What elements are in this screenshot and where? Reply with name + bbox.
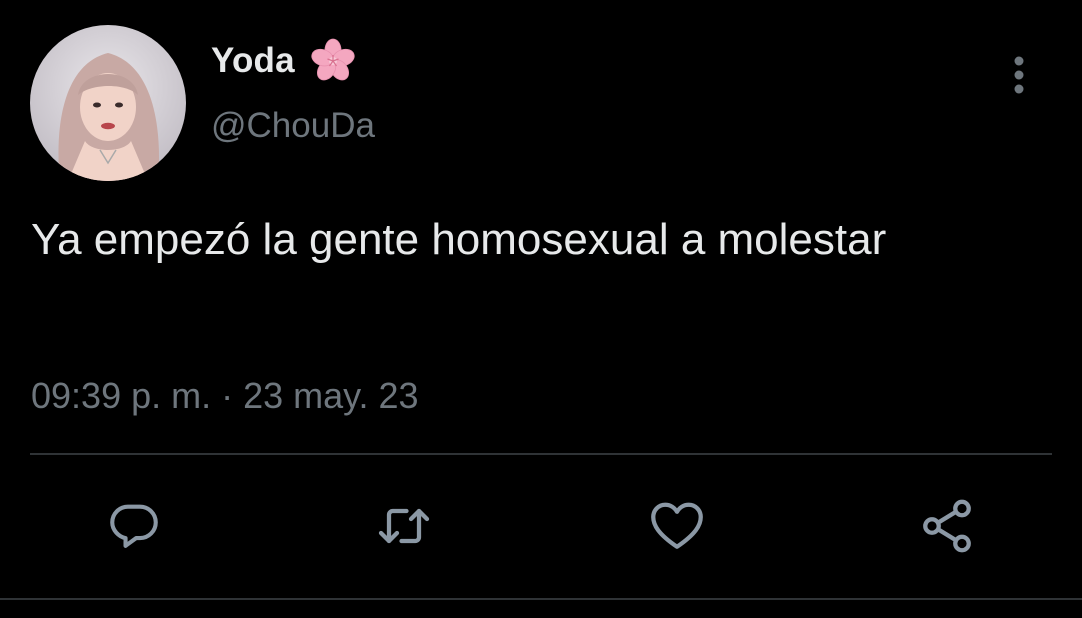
author-name-row[interactable]: Yoda [211, 38, 359, 84]
retweet-icon [378, 508, 430, 544]
reply-icon [110, 504, 158, 548]
retweet-button[interactable] [374, 496, 434, 556]
tweet-detail: Yoda @ChouDa Ya empezó la gente homosexu… [0, 0, 1082, 618]
share-icon [923, 499, 971, 553]
cherry-blossom-icon [307, 35, 359, 87]
heart-icon [651, 502, 703, 549]
tweet-timestamp[interactable]: 09:39 p. m. · 23 may. 23 [31, 375, 419, 417]
author-display-name[interactable]: Yoda [211, 41, 295, 81]
share-button[interactable] [917, 496, 977, 556]
reply-button[interactable] [104, 496, 164, 556]
like-button[interactable] [647, 496, 707, 556]
more-options-button[interactable] [1000, 52, 1038, 98]
vertical-dots-icon [1014, 56, 1024, 94]
avatar[interactable] [30, 25, 186, 181]
divider [30, 453, 1052, 455]
avatar-photo [30, 25, 186, 181]
tweet-text: Ya empezó la gente homosexual a molestar [31, 215, 887, 264]
author-handle[interactable]: @ChouDa [211, 106, 375, 146]
bottom-divider [0, 598, 1082, 600]
